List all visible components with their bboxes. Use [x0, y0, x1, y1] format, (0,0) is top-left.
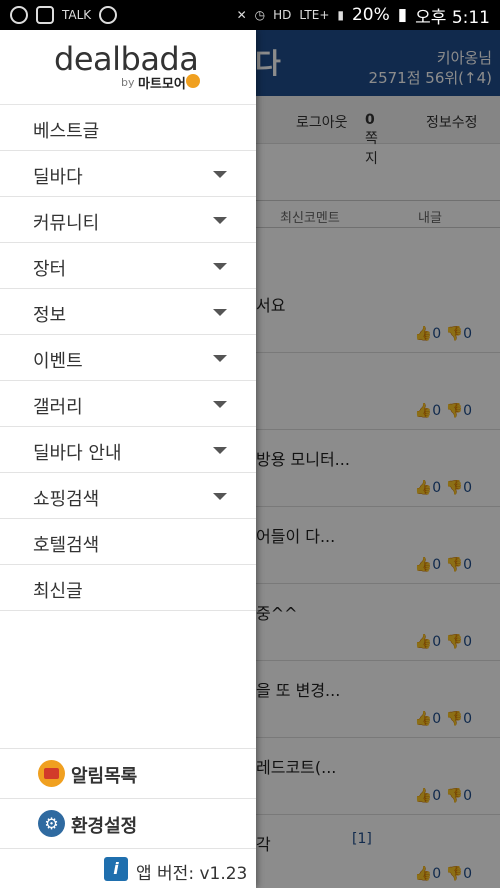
battery-icon: ▮ — [397, 5, 408, 25]
menu-item-guide[interactable]: 딜바다 안내 — [0, 427, 256, 473]
talk-icon: TALK — [62, 8, 92, 22]
chevron-down-icon — [213, 493, 227, 500]
menu-item-dealbada[interactable]: 딜바다 — [0, 151, 256, 197]
menu-item-hotel-search[interactable]: 호텔검색 — [0, 519, 256, 565]
app-version: i 앱 버전: v1.23 — [0, 848, 256, 888]
status-bar: TALK ✕ ◷ HD LTE+ ▮ 20% ▮ 오후 5:11 — [0, 0, 500, 30]
logo-partner: 마트모어 — [138, 77, 186, 92]
menu-item-gallery[interactable]: 갤러리 — [0, 381, 256, 427]
mute-icon: ✕ — [236, 8, 247, 22]
ghost-icon — [99, 6, 118, 24]
menu-item-event[interactable]: 이벤트 — [0, 335, 256, 381]
gear-icon: ⚙ — [38, 810, 65, 837]
dealbada-logo[interactable]: dealbada by 마트모어 — [0, 30, 256, 105]
hd-icon: HD — [273, 8, 292, 22]
drawer-menu: 베스트글 딜바다 커뮤니티 장터 정보 이벤트 갤러리 딜바다 안내 쇼핑검색 … — [0, 105, 256, 611]
alarm-clock-icon: ◷ — [254, 8, 266, 22]
alarm-list-button[interactable]: 알림목록 — [0, 748, 256, 798]
chevron-down-icon — [213, 355, 227, 362]
chevron-down-icon — [213, 447, 227, 454]
menu-item-info[interactable]: 정보 — [0, 289, 256, 335]
menu-item-best[interactable]: 베스트글 — [0, 105, 256, 151]
chevron-down-icon — [213, 171, 227, 178]
navigation-drawer: dealbada by 마트모어 베스트글 딜바다 커뮤니티 장터 정보 이벤트… — [0, 30, 256, 888]
lte-icon: LTE+ — [299, 8, 330, 22]
crown-icon — [186, 74, 200, 88]
menu-item-shopping-search[interactable]: 쇼핑검색 — [0, 473, 256, 519]
mail-icon — [38, 760, 65, 787]
image-icon — [36, 6, 54, 24]
drawer-footer: 알림목록 ⚙ 환경설정 i 앱 버전: v1.23 — [0, 748, 256, 888]
chevron-down-icon — [213, 401, 227, 408]
menu-item-market[interactable]: 장터 — [0, 243, 256, 289]
battery-percent: 20% — [351, 5, 390, 25]
logo-by: by — [121, 76, 135, 89]
clock: 오후 5:11 — [415, 7, 490, 28]
chevron-down-icon — [213, 263, 227, 270]
chevron-down-icon — [213, 309, 227, 316]
menu-item-latest[interactable]: 최신글 — [0, 565, 256, 611]
settings-button[interactable]: ⚙ 환경설정 — [0, 798, 256, 848]
signal-icon: ▮ — [337, 8, 344, 22]
chevron-down-icon — [213, 217, 227, 224]
app-g-icon — [10, 6, 28, 24]
info-icon: i — [104, 857, 128, 881]
menu-item-community[interactable]: 커뮤니티 — [0, 197, 256, 243]
